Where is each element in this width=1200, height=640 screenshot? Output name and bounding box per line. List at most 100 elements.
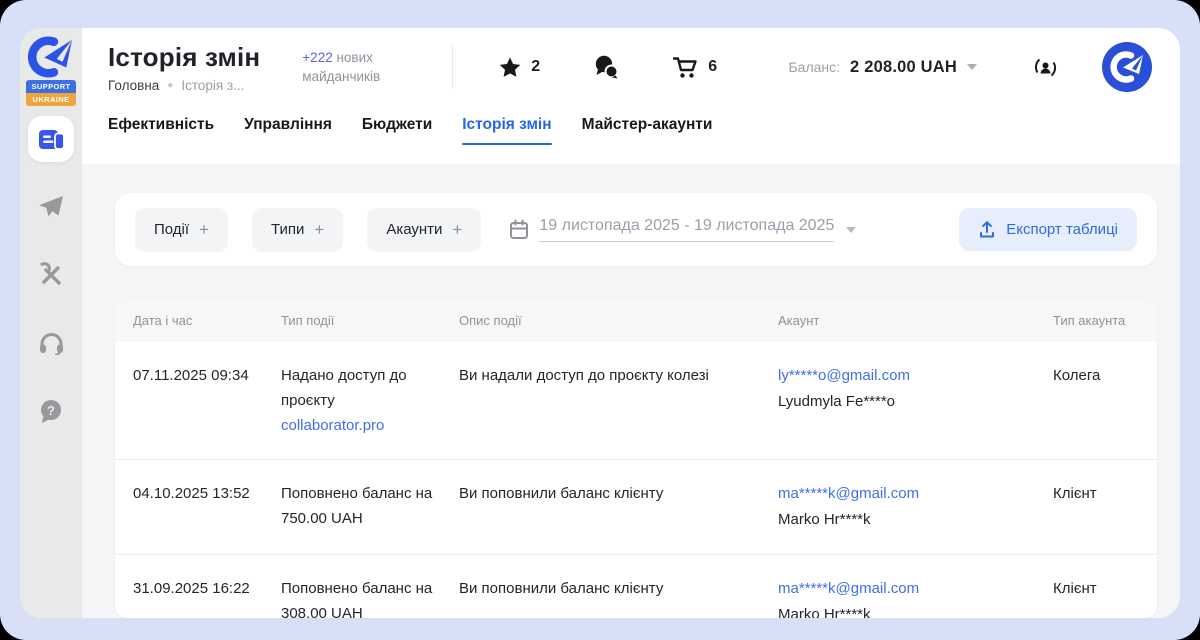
cell-description: Ви поповнили баланс клієнту	[459, 481, 778, 533]
filter-events-label: Події	[154, 221, 189, 238]
account-email-link[interactable]: ma*****k@gmail.com	[778, 481, 1037, 507]
table-body: 07.11.2025 09:34 Надано доступ до проєкт…	[115, 342, 1157, 618]
event-project-link[interactable]: collaborator.pro	[281, 413, 443, 438]
date-range-value: 19 листопада 2025 - 19 листопада 2025	[539, 217, 834, 242]
balance-label: Баланс:	[788, 59, 840, 75]
filter-events-button[interactable]: Події +	[135, 208, 228, 252]
tabs: Ефективність Управління Бюджети Історія …	[82, 106, 1180, 164]
cart-counter[interactable]: 6	[673, 56, 717, 79]
title-block: Історія змін Головна ● Історія з...	[108, 42, 260, 93]
plus-icon: +	[314, 220, 324, 240]
cell-account-type: Клієнт	[1053, 481, 1139, 533]
event-type-text: Поповнено баланс на 308.00 UAH	[281, 580, 432, 618]
collaborator-logo-icon	[28, 36, 74, 78]
cell-description: Ви поповнили баланс клієнту	[459, 576, 778, 618]
breadcrumb: Головна ● Історія з...	[108, 78, 260, 93]
filter-bar: Події + Типи + Акаунти +	[115, 193, 1157, 266]
cell-datetime: 31.09.2025 16:22	[133, 576, 281, 618]
tab-change-history[interactable]: Історія змін	[462, 116, 551, 145]
cell-account-type: Клієнт	[1053, 576, 1139, 618]
breadcrumb-current: Історія з...	[181, 78, 244, 93]
cell-event-type: Поповнено баланс на 308.00 UAH	[281, 576, 459, 618]
cell-account: ma*****k@gmail.com Marko Hr****k	[778, 481, 1053, 533]
filter-types-button[interactable]: Типи +	[252, 208, 343, 252]
cart-icon	[673, 56, 698, 79]
tab-master-accounts[interactable]: Майстер-акаунти	[582, 116, 713, 145]
topbar: Історія змін Головна ● Історія з... +222…	[82, 28, 1180, 106]
column-header-account-type: Тип акаунта	[1053, 313, 1139, 328]
sidebar-item-tools[interactable]	[28, 252, 74, 298]
balance-dropdown[interactable]: Баланс: 2 208.00 UAH	[788, 58, 977, 77]
chevron-down-icon	[846, 227, 856, 233]
export-table-button[interactable]: Експорт таблиці	[959, 208, 1137, 251]
journal-icon	[38, 127, 65, 152]
filter-accounts-label: Акаунти	[386, 221, 442, 238]
table-row: 04.10.2025 13:52 Поповнено баланс на 750…	[115, 460, 1157, 555]
column-header-event-type: Тип події	[281, 313, 459, 328]
badge-support-label: SUPPORT	[26, 80, 76, 93]
app-logo[interactable]: SUPPORT UKRAINE	[26, 36, 76, 106]
sidebar-item-support[interactable]	[28, 320, 74, 366]
cart-count: 6	[708, 58, 717, 76]
avatar[interactable]	[1102, 42, 1152, 92]
account-email-link[interactable]: ly*****o@gmail.com	[778, 363, 1037, 389]
help-icon: ?	[38, 398, 64, 424]
event-type-text: Поповнено баланс на 750.00 UAH	[281, 485, 432, 527]
headphones-icon	[38, 331, 65, 355]
filter-types-label: Типи	[271, 221, 304, 238]
new-platforms-count: +222	[302, 50, 332, 65]
breadcrumb-separator: ●	[167, 80, 173, 91]
balance-value: 2 208.00 UAH	[850, 58, 957, 77]
new-platforms-link[interactable]: +222 нових майданчиків	[302, 48, 414, 86]
cell-datetime: 04.10.2025 13:52	[133, 481, 281, 533]
main-area: Історія змін Головна ● Історія з... +222…	[82, 28, 1180, 618]
account-name: Lyudmyla Fe****o	[778, 389, 1037, 415]
tools-icon	[38, 262, 64, 288]
breadcrumb-home[interactable]: Головна	[108, 78, 159, 93]
sidebar-item-telegram[interactable]	[28, 184, 74, 230]
telegram-icon	[38, 195, 64, 219]
chevron-down-icon	[967, 64, 977, 70]
column-header-description: Опис події	[459, 313, 778, 328]
support-ukraine-badge: SUPPORT UKRAINE	[26, 80, 76, 106]
page-title: Історія змін	[108, 42, 260, 73]
filter-accounts-button[interactable]: Акаунти +	[367, 208, 481, 252]
svg-text:?: ?	[47, 403, 55, 418]
badge-ukraine-label: UKRAINE	[26, 93, 76, 106]
star-icon	[499, 57, 521, 78]
cell-datetime: 07.11.2025 09:34	[133, 363, 281, 438]
favorites-count: 2	[531, 58, 540, 76]
event-type-text: Надано доступ до проєкту	[281, 367, 407, 409]
plus-icon: +	[452, 220, 462, 240]
account-name: Marko Hr****k	[778, 602, 1037, 618]
sidebar-item-journal[interactable]	[28, 116, 74, 162]
table-row: 31.09.2025 16:22 Поповнено баланс на 308…	[115, 555, 1157, 618]
tab-efficiency[interactable]: Ефективність	[108, 116, 214, 145]
cell-account: ly*****o@gmail.com Lyudmyla Fe****o	[778, 363, 1053, 438]
sidebar: SUPPORT UKRAINE	[20, 28, 82, 618]
chat-button[interactable]	[594, 55, 619, 79]
favorites-counter[interactable]: 2	[499, 57, 540, 78]
tab-budgets[interactable]: Бюджети	[362, 116, 432, 145]
chat-icon	[594, 55, 619, 79]
column-header-account: Акаунт	[778, 313, 1053, 328]
account-switch-button[interactable]	[1033, 55, 1058, 80]
cell-description: Ви надали доступ до проєкту колезі	[459, 363, 778, 438]
tab-management[interactable]: Управління	[244, 116, 332, 145]
app-window: SUPPORT UKRAINE	[20, 28, 1180, 618]
table-row: 07.11.2025 09:34 Надано доступ до проєкт…	[115, 342, 1157, 460]
cell-event-type: Надано доступ до проєкту collaborator.pr…	[281, 363, 459, 438]
date-range-picker[interactable]: 19 листопада 2025 - 19 листопада 2025	[509, 217, 856, 242]
page-background: SUPPORT UKRAINE	[0, 0, 1200, 640]
column-header-datetime: Дата і час	[133, 313, 281, 328]
history-table: Дата і час Тип події Опис події Акаунт Т…	[115, 298, 1157, 618]
topbar-divider	[452, 45, 453, 89]
table-header-row: Дата і час Тип події Опис події Акаунт Т…	[115, 298, 1157, 342]
account-email-link[interactable]: ma*****k@gmail.com	[778, 576, 1037, 602]
cell-account: ma*****k@gmail.com Marko Hr****k	[778, 576, 1053, 618]
sidebar-item-help[interactable]: ?	[28, 388, 74, 434]
export-icon	[978, 220, 996, 239]
export-table-label: Експорт таблиці	[1006, 221, 1118, 238]
content-area: Події + Типи + Акаунти +	[82, 164, 1180, 618]
calendar-icon	[509, 219, 529, 240]
